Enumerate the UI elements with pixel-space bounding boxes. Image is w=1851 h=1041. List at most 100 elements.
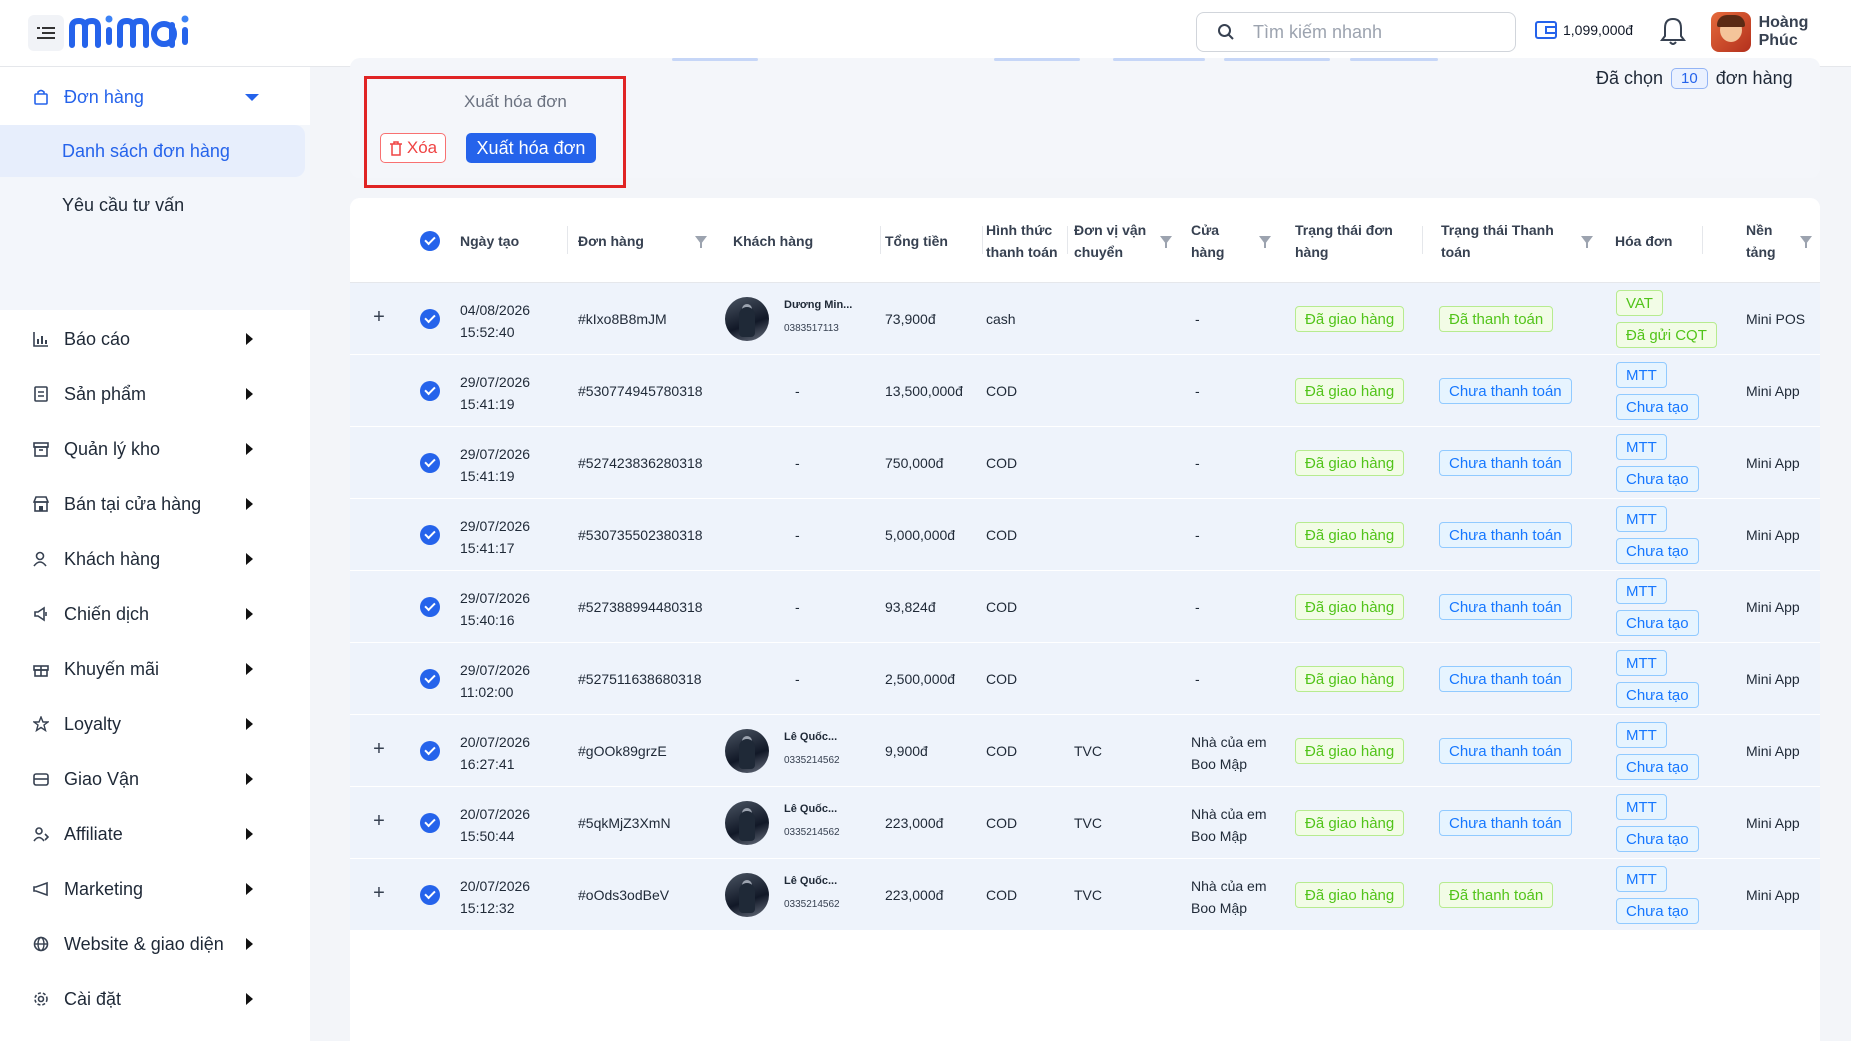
row-checkbox[interactable] [420, 381, 440, 401]
tab-underline [1224, 58, 1330, 61]
sidebar-item-campaigns[interactable]: Chiến dịch [0, 590, 310, 638]
filter-icon[interactable] [1800, 236, 1812, 248]
delivery-icon [32, 770, 50, 788]
table-row[interactable]: 29/07/2026 15:41:19 #530774945780318 - 13,50… [350, 355, 1820, 427]
row-checkbox[interactable] [420, 741, 440, 761]
column-header-platform[interactable]: Nền tảng [1746, 198, 1812, 283]
invoice-status-badge[interactable]: Chưa tạo [1616, 466, 1699, 492]
customer-name[interactable]: Lê Quốc... [784, 731, 837, 743]
order-code[interactable]: #kIxo8B8mJM [578, 308, 667, 330]
column-separator [880, 226, 881, 254]
customer-name[interactable]: Dương Min... [784, 299, 852, 311]
column-header-created[interactable]: Ngày tạo [460, 198, 568, 283]
sidebar-item-promotions[interactable]: Khuyến mãi [0, 645, 310, 693]
store-name: - [1195, 599, 1200, 615]
notification-button[interactable] [1660, 16, 1686, 51]
expand-row-icon[interactable]: + [372, 739, 386, 759]
expand-row-icon[interactable]: + [372, 883, 386, 903]
order-code[interactable]: #530774945780318 [578, 380, 703, 402]
table-row[interactable]: +20/07/2026 15:12:32 #oOds3odBeV Lê Quốc...… [350, 859, 1820, 931]
column-header-order-status[interactable]: Trạng thái đơn hàng [1295, 198, 1423, 283]
row-checkbox[interactable] [420, 885, 440, 905]
user-menu[interactable]: Hoàng Phúc [1711, 12, 1851, 52]
invoice-status-badge[interactable]: Chưa tạo [1616, 754, 1699, 780]
table-row[interactable]: 29/07/2026 11:02:00 #527511638680318 - 2,500… [350, 643, 1820, 715]
selected-prefix: Đã chọn [1596, 68, 1664, 88]
invoice-status-badge[interactable]: Chưa tạo [1616, 538, 1699, 564]
date-text: 29/07/2026 [460, 446, 531, 462]
filter-icon[interactable] [695, 236, 707, 248]
sidebar-item-affiliate[interactable]: Affiliate [0, 810, 310, 858]
row-checkbox[interactable] [420, 453, 440, 473]
row-checkbox[interactable] [420, 525, 440, 545]
sidebar-item-warehouse[interactable]: Quản lý kho [0, 425, 310, 473]
table-row[interactable]: 29/07/2026 15:41:17 #530735502380318 - 5,000… [350, 499, 1820, 571]
table-row[interactable]: +04/08/2026 15:52:40 #kIxo8B8mJM Dương Min.… [350, 283, 1820, 355]
sidebar-item-marketing[interactable]: Marketing [0, 865, 310, 913]
store-name: - [1195, 527, 1200, 543]
filter-icon[interactable] [1160, 236, 1172, 248]
column-header-payment-status[interactable]: Trạng thái Thanh toán [1441, 198, 1593, 283]
invoice-status-badge[interactable]: Chưa tạo [1616, 898, 1699, 924]
quick-search-box[interactable] [1196, 12, 1516, 52]
column-header-customer[interactable]: Khách hàng [733, 198, 881, 283]
column-header-order[interactable]: Đơn hàng [578, 198, 708, 283]
order-code[interactable]: #527511638680318 [578, 668, 702, 690]
order-code[interactable]: #527388994480318 [578, 596, 703, 618]
invoice-status-badge[interactable]: Chưa tạo [1616, 394, 1699, 420]
order-code[interactable]: #gOOk89grzE [578, 740, 667, 762]
column-header-payment-method[interactable]: Hình thức thanh toán [986, 198, 1068, 283]
invoice-status-badge[interactable]: Chưa tạo [1616, 682, 1699, 708]
sidebar-item-website[interactable]: Website & giao diện [0, 920, 310, 968]
sidebar-item-loyalty[interactable]: Loyalty [0, 700, 310, 748]
sidebar-subitem-order-list[interactable]: Danh sách đơn hàng [0, 125, 305, 177]
row-checkbox[interactable] [420, 309, 440, 329]
sidebar-item-delivery[interactable]: Giao Vận [0, 755, 310, 803]
customer-name[interactable]: Lê Quốc... [784, 803, 837, 815]
app-logo[interactable] [68, 13, 198, 56]
sidebar-item-products[interactable]: Sản phẩm [0, 370, 310, 418]
expand-row-icon[interactable]: + [372, 307, 386, 327]
invoice-status-badge[interactable]: Chưa tạo [1616, 610, 1699, 636]
sidebar-subitem-consult-requests[interactable]: Yêu cầu tư vấn [0, 179, 305, 231]
order-code[interactable]: #5qkMjZ3XmN [578, 812, 671, 834]
wallet-balance[interactable]: 1,099,000đ [1535, 20, 1633, 40]
filter-icon[interactable] [1581, 236, 1593, 248]
column-header-invoice[interactable]: Hóa đơn [1615, 198, 1703, 283]
sidebar-item-reports[interactable]: Báo cáo [0, 315, 310, 363]
table-row[interactable]: 29/07/2026 15:41:19 #527423836280318 - 750,0… [350, 427, 1820, 499]
column-header-carrier[interactable]: Đơn vị vận chuyển [1074, 198, 1172, 283]
column-header-total[interactable]: Tổng tiền [885, 198, 983, 283]
row-checkbox[interactable] [420, 597, 440, 617]
export-invoice-button[interactable]: Xuất hóa đơn [466, 133, 596, 163]
sidebar-item-orders[interactable]: Đơn hàng [0, 73, 310, 121]
sidebar-item-in-store[interactable]: Bán tại cửa hàng [0, 480, 310, 528]
store-name: - [1195, 383, 1200, 399]
menu-toggle-button[interactable] [28, 15, 64, 51]
filter-icon[interactable] [1259, 236, 1271, 248]
select-all-checkbox[interactable] [420, 231, 440, 251]
order-code[interactable]: #oOds3odBeV [578, 884, 669, 906]
search-input[interactable] [1253, 21, 1493, 43]
column-header-store[interactable]: Cửa hàng [1191, 198, 1271, 283]
customer-name[interactable]: Lê Quốc... [784, 875, 837, 887]
customer-phone: 0383517113 [784, 323, 839, 334]
invoice-status-badge[interactable]: Chưa tạo [1616, 826, 1699, 852]
order-status-badge: Đã giao hàng [1295, 666, 1405, 692]
table-row[interactable]: +20/07/2026 16:27:41 #gOOk89grzE Lê Quốc...… [350, 715, 1820, 787]
order-code[interactable]: #527423836280318 [578, 452, 703, 474]
order-code[interactable]: #530735502380318 [578, 524, 703, 546]
invoice-type-badge: MTT [1616, 362, 1667, 388]
table-row[interactable]: +20/07/2026 15:50:44 #5qkMjZ3XmN Lê Quốc...… [350, 787, 1820, 859]
expand-row-icon[interactable]: + [372, 811, 386, 831]
invoice-status-badge[interactable]: Đã gửi CQT [1616, 322, 1717, 348]
delete-button[interactable]: Xóa [380, 133, 446, 163]
row-checkbox[interactable] [420, 813, 440, 833]
column-header-label: Đơn vị vận chuyển [1074, 221, 1147, 260]
table-row[interactable]: 29/07/2026 15:40:16 #527388994480318 - 93,82… [350, 571, 1820, 643]
sidebar-item-settings[interactable]: Cài đặt [0, 975, 310, 1023]
row-checkbox[interactable] [420, 669, 440, 689]
chevron-down-icon [245, 94, 259, 101]
sidebar-item-customers[interactable]: Khách hàng [0, 535, 310, 583]
affiliate-icon [32, 825, 50, 843]
